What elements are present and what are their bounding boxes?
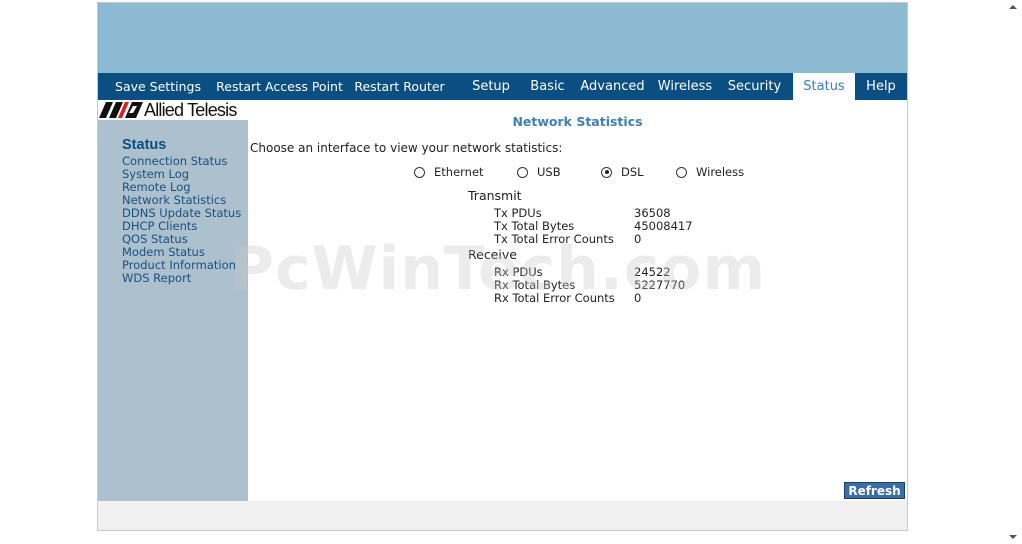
allied-telesis-logo-icon (99, 102, 143, 118)
stat-value: 24522 (634, 265, 671, 279)
radio-ethernet-label: Ethernet (434, 165, 484, 179)
brand-logo: Allied Telesis (98, 100, 248, 120)
brand-logo-text: Allied Telesis (144, 99, 237, 120)
stat-value: 0 (634, 291, 642, 305)
refresh-button[interactable]: Refresh (844, 482, 905, 499)
radio-usb-circle[interactable] (517, 166, 528, 178)
sidebar-link-wds-report[interactable]: WDS Report (122, 272, 241, 285)
nav-basic[interactable]: Basic (524, 73, 571, 100)
stat-label: Tx Total Error Counts (494, 232, 614, 246)
nav-help[interactable]: Help (855, 73, 907, 100)
header-banner (98, 3, 907, 73)
nav-restart-access-point[interactable]: Restart Access Point (216, 73, 343, 100)
radio-wireless[interactable]: Wireless (676, 165, 744, 179)
stat-label: Rx Total Bytes (494, 278, 576, 292)
nav-advanced[interactable]: Advanced (571, 73, 654, 100)
stat-value: 36508 (634, 206, 671, 220)
stat-label: Rx Total Error Counts (494, 291, 615, 305)
radio-dsl[interactable]: DSL (601, 165, 644, 179)
interface-prompt: Choose an interface to view your network… (250, 141, 563, 155)
radio-usb[interactable]: USB (517, 165, 561, 179)
stat-label: Rx PDUs (494, 265, 543, 279)
stat-label: Tx Total Bytes (494, 219, 575, 233)
interface-radio-group: Ethernet USB DSL Wireless (248, 165, 907, 183)
scroll-up-arrow-icon[interactable] (1009, 5, 1017, 9)
sidebar: Allied Telesis Status Connection Status … (98, 100, 248, 501)
radio-usb-label: USB (537, 165, 561, 179)
radio-wireless-label: Wireless (696, 165, 745, 179)
stat-value: 45008417 (634, 219, 693, 233)
transmit-heading: Transmit (468, 188, 522, 203)
radio-ethernet-circle[interactable] (414, 166, 425, 178)
nav-status[interactable]: Status (793, 73, 855, 100)
sidebar-title: Status (122, 137, 167, 153)
nav-security[interactable]: Security (716, 73, 793, 100)
top-nav: Save Settings Restart Access Point Resta… (98, 73, 907, 100)
stat-label: Tx PDUs (494, 206, 542, 220)
radio-dsl-label: DSL (621, 165, 644, 179)
stat-value: 0 (634, 232, 642, 246)
radio-ethernet[interactable]: Ethernet (414, 165, 484, 179)
router-page-frame: Save Settings Restart Access Point Resta… (97, 2, 908, 531)
stat-value: 5227770 (634, 278, 686, 292)
scroll-down-arrow-icon[interactable] (1009, 535, 1017, 539)
nav-setup[interactable]: Setup (458, 73, 524, 100)
nav-restart-router[interactable]: Restart Router (341, 73, 458, 100)
receive-heading: Receive (468, 247, 517, 262)
radio-wireless-circle[interactable] (676, 166, 687, 178)
nav-wireless[interactable]: Wireless (654, 73, 716, 100)
vertical-scrollbar[interactable] (1005, 0, 1022, 544)
main-content: Network Statistics Choose an interface t… (248, 100, 907, 501)
page-title: Network Statistics (512, 114, 643, 129)
sidebar-links: Connection Status System Log Remote Log … (122, 155, 241, 285)
radio-dsl-circle[interactable] (601, 166, 612, 178)
nav-save-settings[interactable]: Save Settings (98, 73, 218, 100)
